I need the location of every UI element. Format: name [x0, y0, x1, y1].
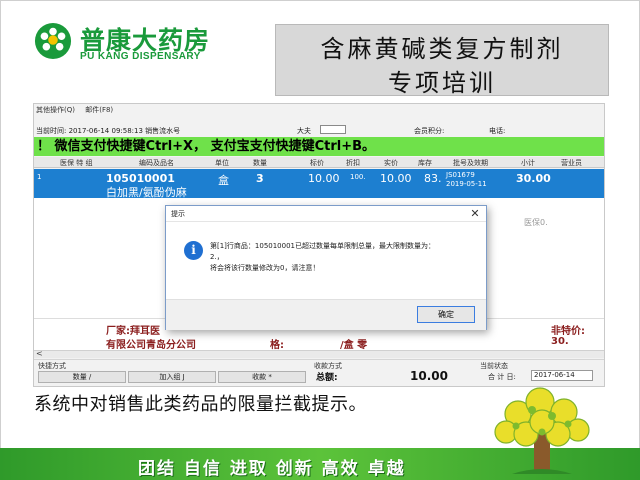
- close-icon[interactable]: ✕: [468, 207, 482, 220]
- table-row[interactable]: 1 105010001 白加黑/氨酚伪麻 盒 3 10.00 100. 10.0…: [34, 169, 604, 199]
- col-price: 标价: [310, 159, 324, 167]
- row-discount: 100.: [350, 173, 366, 181]
- row-actual: 10.00: [380, 172, 412, 185]
- doctor-input[interactable]: [320, 125, 346, 134]
- scroll-left-icon[interactable]: <: [36, 349, 43, 358]
- status-label: 当前状态: [480, 362, 508, 370]
- slide-title-line2: 专项培训: [388, 69, 496, 97]
- member-points-label: 会员积分:: [414, 127, 445, 135]
- phone-label: 电话:: [489, 127, 506, 135]
- tree-icon: [494, 387, 590, 474]
- dialog-message: 第[1]行商品：105010001已超过数量每单限制总量，最大限制数量为： 2.…: [210, 241, 478, 274]
- dialog-message-line3: 将会将该行数量修改为0，请注意！: [210, 264, 320, 272]
- col-salesperson: 营业员: [561, 159, 582, 167]
- non-special-price-label: 非特价:: [551, 326, 585, 337]
- dialog-message-line1: 第[1]行商品：105010001已超过数量每单限制总量，最大限制数量为：: [210, 242, 435, 250]
- dialog-title: 提示: [171, 210, 185, 218]
- total-date-label: 合 计 日:: [488, 373, 516, 381]
- col-stock: 库存: [418, 159, 432, 167]
- spec-label: 格:: [270, 340, 284, 351]
- total-amount-value: 10.00: [410, 369, 448, 383]
- col-batch: 批号及效期: [453, 159, 488, 167]
- col-insurance: 医保 特 组: [60, 159, 93, 167]
- shortcut-section-label: 快捷方式: [38, 362, 66, 370]
- date-field[interactable]: 2017-06-14: [531, 370, 593, 381]
- col-subtotal: 小计: [521, 159, 535, 167]
- menu-mail[interactable]: 邮件(F8): [85, 106, 113, 114]
- horizontal-scrollbar[interactable]: <: [34, 349, 604, 358]
- manufacturer-line2: 有限公司青岛分公司: [106, 340, 196, 351]
- menu-other-ops[interactable]: 其他操作(Q): [36, 106, 75, 114]
- brand-logo: 普康大药房 PU KANG DISPENSARY: [34, 20, 264, 62]
- dialog-title-bar: 提示 ✕: [166, 206, 486, 222]
- sale-info-row: 当前时间: 2017-06-14 09:58:13 销售流水号 大夫 会员积分:…: [34, 124, 604, 136]
- spec-value: /盒 零: [340, 340, 368, 351]
- row-price: 10.00: [308, 172, 340, 185]
- row-subtotal: 30.00: [516, 172, 551, 185]
- col-code-name: 编码及品名: [139, 159, 174, 167]
- payment-shortcut-hint: ！ 微信支付快捷键Ctrl+X， 支付宝支付快捷键Ctrl+B。: [34, 137, 604, 156]
- row-qty: 3: [256, 172, 264, 185]
- manufacturer-line1: 厂家:拜耳医: [106, 326, 160, 337]
- collect-button[interactable]: 收款 *: [218, 371, 306, 383]
- col-discount: 折扣: [346, 159, 360, 167]
- col-unit: 单位: [215, 159, 229, 167]
- current-time-label: 当前时间: 2017-06-14 09:58:13 销售流水号: [36, 127, 181, 135]
- qty-button[interactable]: 数量 /: [38, 371, 126, 383]
- footer-slogan: 团结 自信 进取 创新 高效 卓越: [138, 459, 406, 479]
- insurance-ghost-label: 医保0.: [524, 218, 548, 227]
- row-index: 1: [37, 173, 42, 181]
- row-expiry: 2019-05-11: [446, 180, 487, 188]
- col-actual: 实价: [384, 159, 398, 167]
- menu-bar: 其他操作(Q) 邮件(F8): [36, 105, 121, 115]
- dialog-footer: 确定: [166, 299, 486, 330]
- non-special-price-value: 30.: [551, 336, 569, 347]
- alert-dialog: 提示 ✕ i 第[1]行商品：105010001已超过数量每单限制总量，最大限制…: [165, 205, 487, 330]
- col-qty: 数量: [253, 159, 267, 167]
- doctor-label: 大夫: [297, 127, 311, 135]
- slide-title-line1: 含麻黄碱类复方制剂: [320, 35, 564, 63]
- bottom-panel: 快捷方式 数量 / 加入组 J 收款 * 收款方式 总额: 10.00 当前状态…: [34, 359, 604, 386]
- ok-button[interactable]: 确定: [417, 306, 475, 323]
- add-group-button[interactable]: 加入组 J: [128, 371, 216, 383]
- slide-title-box: 含麻黄碱类复方制剂 专项培训: [275, 24, 609, 97]
- flower-logo-icon: [34, 22, 72, 60]
- row-unit: 盒: [218, 174, 229, 187]
- logo-english-text: PU KANG DISPENSARY: [80, 51, 201, 62]
- total-amount-label: 总额:: [316, 373, 338, 383]
- row-batch: JS01679: [446, 171, 475, 179]
- info-icon: i: [184, 241, 203, 260]
- grid-header: 医保 特 组 编码及品名 单位 数量 标价 折扣 实价 库存 批号及效期 小计 …: [34, 157, 604, 168]
- dialog-message-line2: 2.，: [210, 253, 224, 261]
- slide-caption: 系统中对销售此类药品的限量拦截提示。: [34, 394, 367, 415]
- row-stock: 83.: [424, 172, 442, 185]
